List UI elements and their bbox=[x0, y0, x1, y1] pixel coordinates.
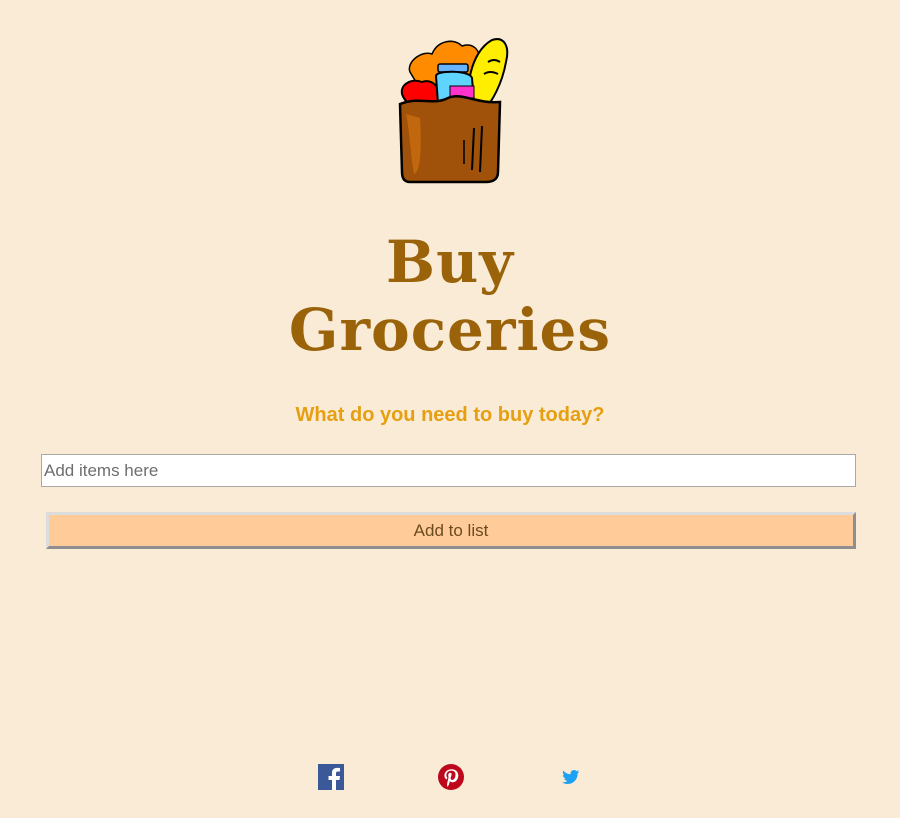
twitter-icon[interactable] bbox=[562, 768, 580, 786]
page-title: Buy Groceries bbox=[0, 228, 900, 364]
title-line-1: Buy bbox=[386, 228, 514, 296]
grocery-bag-icon bbox=[392, 32, 512, 184]
title-line-2: Groceries bbox=[288, 296, 612, 364]
add-to-list-button[interactable]: Add to list bbox=[46, 512, 856, 549]
facebook-icon[interactable] bbox=[318, 764, 344, 790]
add-item-input[interactable] bbox=[41, 454, 856, 487]
subtitle: What do you need to buy today? bbox=[295, 404, 605, 426]
page: Buy Groceries What do you need to buy to… bbox=[0, 0, 900, 818]
pinterest-icon[interactable] bbox=[438, 764, 464, 790]
